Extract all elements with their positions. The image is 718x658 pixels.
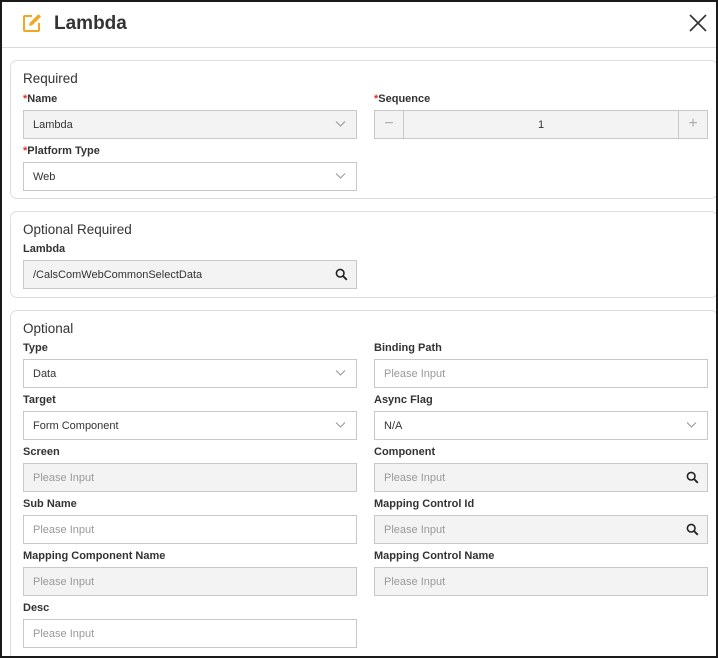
type-select[interactable]: Data	[23, 359, 357, 388]
sequence-label: *Sequence	[374, 93, 430, 105]
binding-path-input[interactable]: Please Input	[374, 359, 708, 388]
component-placeholder: Please Input	[384, 472, 446, 484]
chevron-down-icon	[335, 173, 346, 179]
mapping-control-id-lookup-field[interactable]: Please Input	[374, 515, 708, 544]
search-icon[interactable]	[686, 471, 699, 484]
optional-required-section-title: Optional Required	[23, 222, 132, 237]
name-select[interactable]: Lambda	[23, 110, 357, 139]
screen-placeholder: Please Input	[33, 472, 95, 484]
lambda-value: /CalsComWebCommonSelectData	[33, 269, 203, 281]
platform-type-value: Web	[33, 171, 56, 183]
sub-name-input[interactable]: Please Input	[23, 515, 357, 544]
sequence-label-text: Sequence	[378, 93, 431, 105]
target-label: Target	[23, 394, 56, 406]
target-select[interactable]: Form Component	[23, 411, 357, 440]
async-flag-select[interactable]: N/A	[374, 411, 708, 440]
chevron-down-icon	[335, 422, 346, 428]
async-flag-value: N/A	[384, 420, 403, 432]
decrement-button[interactable]: −	[375, 111, 404, 138]
mapping-control-id-placeholder: Please Input	[384, 524, 446, 536]
target-value: Form Component	[33, 420, 119, 432]
async-flag-label: Async Flag	[374, 394, 433, 406]
desc-input[interactable]: Please Input	[23, 619, 357, 648]
binding-path-placeholder: Please Input	[384, 368, 446, 380]
type-label: Type	[23, 342, 48, 354]
desc-label: Desc	[23, 602, 50, 614]
dialog-header: Lambda	[2, 2, 716, 48]
component-lookup-field[interactable]: Please Input	[374, 463, 708, 492]
dialog-title: Lambda	[54, 13, 127, 34]
mapping-component-name-input[interactable]: Please Input	[23, 567, 357, 596]
increment-button[interactable]: +	[678, 111, 707, 138]
name-label-text: Name	[27, 93, 58, 105]
sequence-stepper[interactable]: − 1 +	[374, 110, 708, 139]
optional-section-title: Optional	[23, 321, 74, 336]
platform-type-label: *Platform Type	[23, 145, 100, 157]
sequence-value[interactable]: 1	[405, 119, 677, 131]
optional-required-section: Optional Required Lambda /CalsComWebComm…	[10, 211, 716, 298]
lambda-label: Lambda	[23, 243, 66, 255]
mapping-component-name-label: Mapping Component Name	[23, 550, 166, 562]
edit-icon	[23, 14, 41, 32]
type-value: Data	[33, 368, 57, 380]
chevron-down-icon	[335, 370, 346, 376]
name-label: *Name	[23, 93, 57, 105]
sub-name-placeholder: Please Input	[33, 524, 95, 536]
mapping-control-name-input[interactable]: Please Input	[374, 567, 708, 596]
required-section: Required *Name Lambda *Sequence − 1 + *P…	[10, 60, 716, 199]
mapping-component-name-placeholder: Please Input	[33, 576, 95, 588]
screen-label: Screen	[23, 446, 60, 458]
desc-placeholder: Please Input	[33, 628, 95, 640]
search-icon[interactable]	[335, 268, 348, 281]
platform-type-select[interactable]: Web	[23, 162, 357, 191]
platform-type-label-text: Platform Type	[27, 145, 100, 157]
lambda-lookup-field[interactable]: /CalsComWebCommonSelectData	[23, 260, 357, 289]
component-label: Component	[374, 446, 436, 458]
sub-name-label: Sub Name	[23, 498, 77, 510]
search-icon[interactable]	[686, 523, 699, 536]
mapping-control-name-label: Mapping Control Name	[374, 550, 495, 562]
mapping-control-name-placeholder: Please Input	[384, 576, 446, 588]
mapping-control-id-label: Mapping Control Id	[374, 498, 475, 510]
required-section-title: Required	[23, 71, 78, 86]
screen-input[interactable]: Please Input	[23, 463, 357, 492]
close-icon[interactable]	[687, 12, 709, 34]
lambda-dialog: Lambda Required *Name Lambda *Sequence −…	[0, 0, 718, 658]
binding-path-label: Binding Path	[374, 342, 442, 354]
name-value: Lambda	[33, 119, 73, 131]
chevron-down-icon	[686, 422, 697, 428]
optional-section: Optional Type Data Binding Path Please I…	[10, 310, 716, 656]
chevron-down-icon	[335, 121, 346, 127]
